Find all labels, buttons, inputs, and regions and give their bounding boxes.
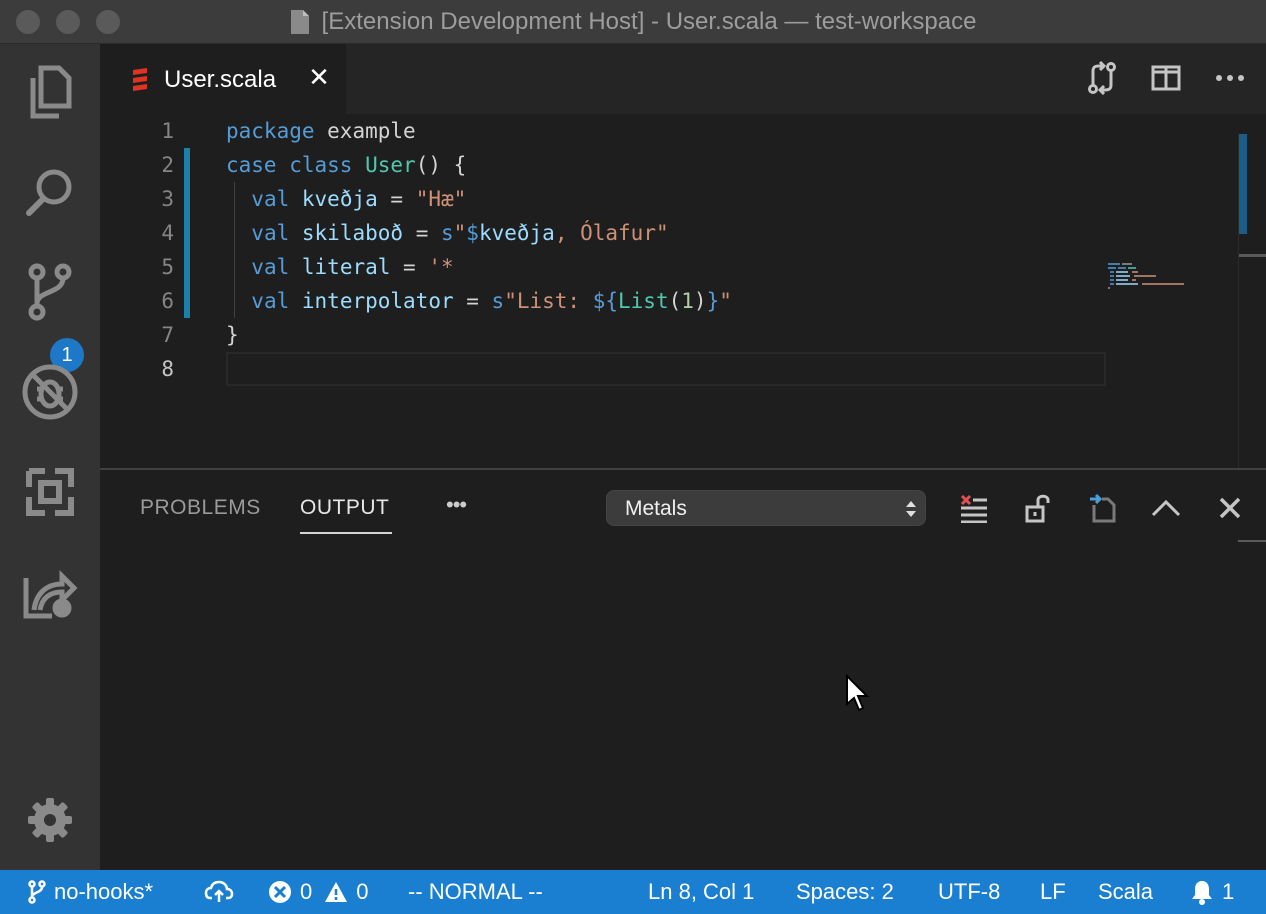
editor-scrollbar-thumb[interactable] [1239, 134, 1247, 234]
output-channel-label: Metals [625, 497, 687, 520]
search-icon [26, 169, 72, 216]
scala-icon [133, 68, 147, 91]
line-number: 5 [161, 255, 174, 279]
editor-scrollbar[interactable] [1238, 134, 1266, 468]
line-number: 2 [161, 153, 174, 177]
status-bar: no-hooks* 0 0 -- NORMAL -- Ln 8, Col 1 S… [0, 870, 1266, 914]
line-number: 4 [161, 221, 174, 245]
title-bar: [Extension Development Host] - User.scal… [0, 0, 1266, 44]
active-tab-indicator [300, 532, 392, 534]
indentation-setting[interactable]: Spaces: 2 [796, 870, 894, 914]
line-number: 8 [161, 357, 174, 381]
language-mode[interactable]: Scala [1098, 870, 1153, 914]
activity-debug[interactable] [0, 344, 100, 440]
minimap[interactable] [1104, 114, 1234, 468]
source-control-icon [28, 263, 72, 321]
warning-icon [325, 882, 348, 902]
gear-icon [28, 798, 72, 842]
live-share-icon [23, 569, 78, 619]
bottom-panel: PROBLEMS OUTPUT ••• Metals [100, 468, 1266, 870]
panel-scrollbar[interactable] [1238, 540, 1266, 542]
activity-remote[interactable] [0, 544, 100, 640]
bell-icon [1192, 881, 1212, 905]
activity-extensions[interactable] [0, 444, 100, 540]
activity-bar: 1 [0, 44, 100, 870]
eol-setting[interactable]: LF [1040, 870, 1066, 914]
error-count: 0 [300, 879, 313, 904]
tab-user-scala[interactable]: User.scala ✕ [100, 44, 346, 114]
more-actions-icon[interactable] [1210, 58, 1250, 98]
chevron-updown-icon [906, 501, 916, 517]
clear-output-icon[interactable] [954, 490, 994, 526]
debug-disabled-icon [22, 364, 78, 420]
code-line: } [226, 323, 239, 347]
line-number: 1 [161, 119, 174, 143]
line-number: 6 [161, 289, 174, 313]
code-line: val kveðja = "Hæ" [251, 187, 467, 211]
notifications-button[interactable]: 1 [1190, 870, 1234, 914]
lock-scroll-icon[interactable] [1018, 490, 1058, 526]
window-title: [Extension Development Host] - User.scal… [321, 8, 977, 35]
close-panel-icon[interactable] [1210, 490, 1250, 526]
compare-changes-icon[interactable] [1082, 58, 1122, 98]
code-line: package example [226, 119, 416, 143]
sync-button[interactable] [204, 870, 234, 914]
activity-source-control[interactable] [0, 244, 100, 340]
split-editor-icon[interactable] [1146, 58, 1186, 98]
code-editor[interactable]: 1 2 3 4 5 6 7 8 package example case cla… [100, 114, 1266, 468]
tab-label: User.scala [164, 66, 277, 93]
code-line: case class User() { [226, 153, 467, 177]
current-line-highlight [226, 352, 1106, 386]
cursor-position[interactable]: Ln 8, Col 1 [648, 870, 754, 914]
activity-settings[interactable] [0, 772, 100, 868]
code-line: val literal = '* [251, 255, 454, 279]
document-icon [290, 9, 310, 35]
maximize-panel-icon[interactable] [1146, 490, 1186, 526]
tab-output[interactable]: OUTPUT [300, 496, 389, 520]
tab-problems[interactable]: PROBLEMS [140, 496, 261, 520]
more-views-icon[interactable]: ••• [446, 492, 467, 518]
code-line: val interpolator = s"List: ${List(1)}" [251, 289, 732, 313]
vim-mode: -- NORMAL -- [408, 879, 543, 904]
git-branch-icon [28, 880, 46, 904]
encoding-setting[interactable]: UTF-8 [938, 870, 1000, 914]
open-log-icon[interactable] [1082, 490, 1122, 526]
notification-count: 1 [1222, 879, 1235, 904]
line-number: 7 [161, 323, 174, 347]
cloud-upload-icon [204, 880, 234, 902]
warning-count: 0 [356, 879, 369, 904]
activity-explorer[interactable] [0, 44, 100, 140]
branch-name: no-hooks* [54, 879, 154, 904]
extensions-icon [26, 468, 74, 516]
git-modified-indicator [184, 148, 190, 318]
branch-indicator[interactable]: no-hooks* [28, 870, 153, 914]
mouse-cursor-icon [846, 674, 870, 712]
close-tab-icon[interactable]: ✕ [306, 62, 332, 92]
line-number-gutter: 1 2 3 4 5 6 7 8 [100, 114, 190, 468]
files-icon [30, 65, 72, 119]
activity-search[interactable] [0, 144, 100, 240]
code-line: val skilaboð = s"$kveðja, Ólafur" [251, 221, 669, 245]
output-channel-select[interactable]: Metals [606, 490, 926, 526]
line-number: 3 [161, 187, 174, 211]
editor-tab-bar: User.scala ✕ [100, 44, 1266, 114]
error-icon [269, 881, 291, 903]
problems-indicator[interactable]: 0 0 [268, 870, 369, 914]
